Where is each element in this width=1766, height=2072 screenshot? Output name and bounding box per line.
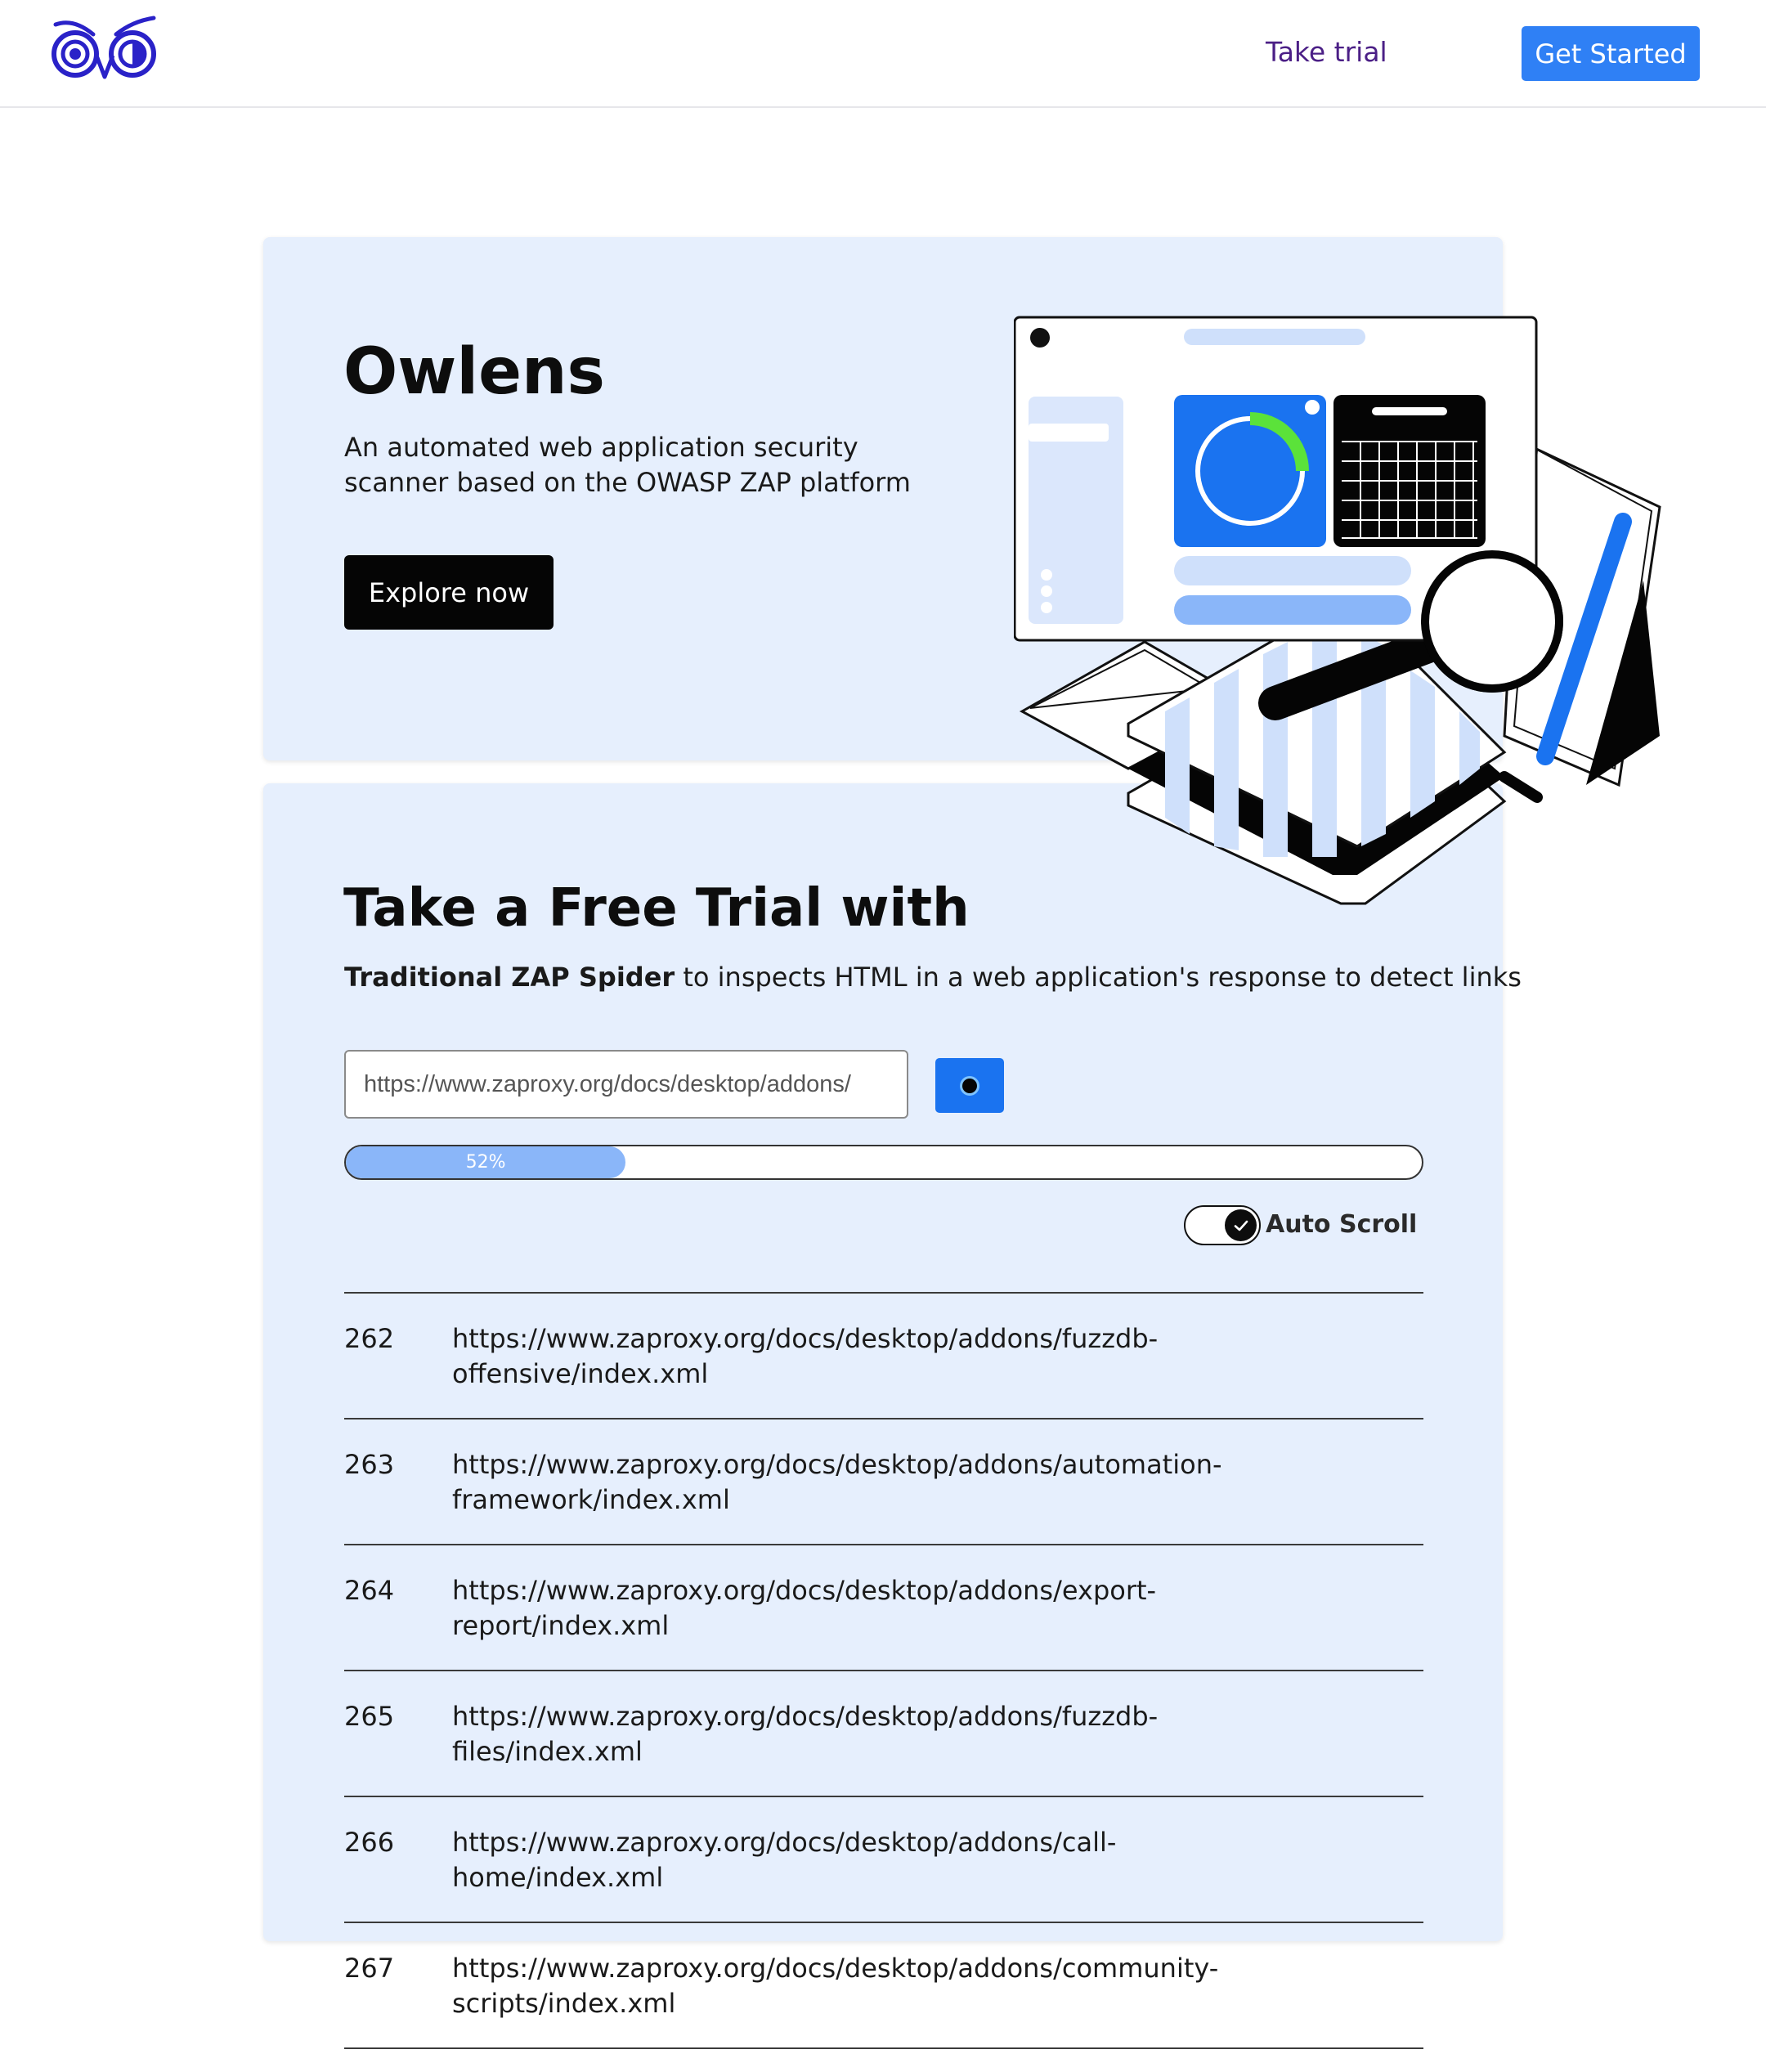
result-index: 263 <box>344 1449 395 1480</box>
table-row: 266 https://www.zaproxy.org/docs/desktop/… <box>344 1797 1423 1923</box>
table-row: 263 https://www.zaproxy.org/docs/desktop/… <box>344 1419 1423 1545</box>
result-url-link[interactable]: https://www.zaproxy.org/docs/desktop/add… <box>452 1825 1270 1895</box>
result-index: 265 <box>344 1701 395 1732</box>
result-url-link[interactable]: https://www.zaproxy.org/docs/desktop/add… <box>452 1699 1270 1769</box>
nav-take-trial-link[interactable]: Take trial <box>1266 36 1387 68</box>
owl-logo-icon[interactable] <box>51 15 159 83</box>
target-url-input[interactable] <box>344 1050 908 1119</box>
scan-button[interactable] <box>935 1058 1004 1113</box>
get-started-button[interactable]: Get Started <box>1522 26 1700 81</box>
table-row: 267 https://www.zaproxy.org/docs/desktop/… <box>344 1923 1423 2049</box>
trial-title: Take a Free Trial with <box>343 878 970 939</box>
hero-title: Owlens <box>343 335 605 409</box>
explore-now-button[interactable]: Explore now <box>344 555 554 630</box>
trial-description: Traditional ZAP Spider to inspects HTML … <box>344 962 1522 993</box>
free-trial-card: Take a Free Trial with Traditional ZAP S… <box>263 783 1522 2049</box>
progress-label: 52% <box>465 1152 506 1173</box>
table-row: 262 https://www.zaproxy.org/docs/desktop/… <box>344 1294 1423 1419</box>
dashboard-illustration <box>1014 316 1661 905</box>
result-index: 266 <box>344 1827 395 1858</box>
auto-scroll-label: Auto Scroll <box>1266 1210 1418 1239</box>
result-url-link[interactable]: https://www.zaproxy.org/docs/desktop/add… <box>452 1951 1270 2021</box>
result-url-link[interactable]: https://www.zaproxy.org/docs/desktop/add… <box>452 1573 1270 1644</box>
result-url-link[interactable]: https://www.zaproxy.org/docs/desktop/add… <box>452 1321 1270 1392</box>
hero-description: An automated web application security sc… <box>344 432 911 498</box>
result-index: 264 <box>344 1575 395 1606</box>
scan-eye-icon <box>960 1075 979 1096</box>
discovered-urls-list: 262 https://www.zaproxy.org/docs/desktop/… <box>344 1292 1423 2049</box>
result-index: 267 <box>344 1953 395 1984</box>
progress-fill: 52% <box>346 1146 626 1178</box>
table-row: 265 https://www.zaproxy.org/docs/desktop/… <box>344 1671 1423 1797</box>
result-url-link[interactable]: https://www.zaproxy.org/docs/desktop/add… <box>452 1447 1270 1518</box>
scan-progress-bar: 52% <box>344 1145 1423 1180</box>
check-icon <box>1234 1220 1248 1231</box>
result-index: 262 <box>344 1323 395 1354</box>
table-row: 264 https://www.zaproxy.org/docs/desktop/… <box>344 1545 1423 1671</box>
toggle-knob <box>1225 1209 1257 1241</box>
top-navbar: Take trial Get Started <box>0 0 1766 108</box>
auto-scroll-toggle[interactable] <box>1184 1205 1261 1245</box>
trial-description-rest: to inspects HTML in a web application's … <box>675 962 1522 993</box>
trial-description-bold: Traditional ZAP Spider <box>344 962 675 993</box>
